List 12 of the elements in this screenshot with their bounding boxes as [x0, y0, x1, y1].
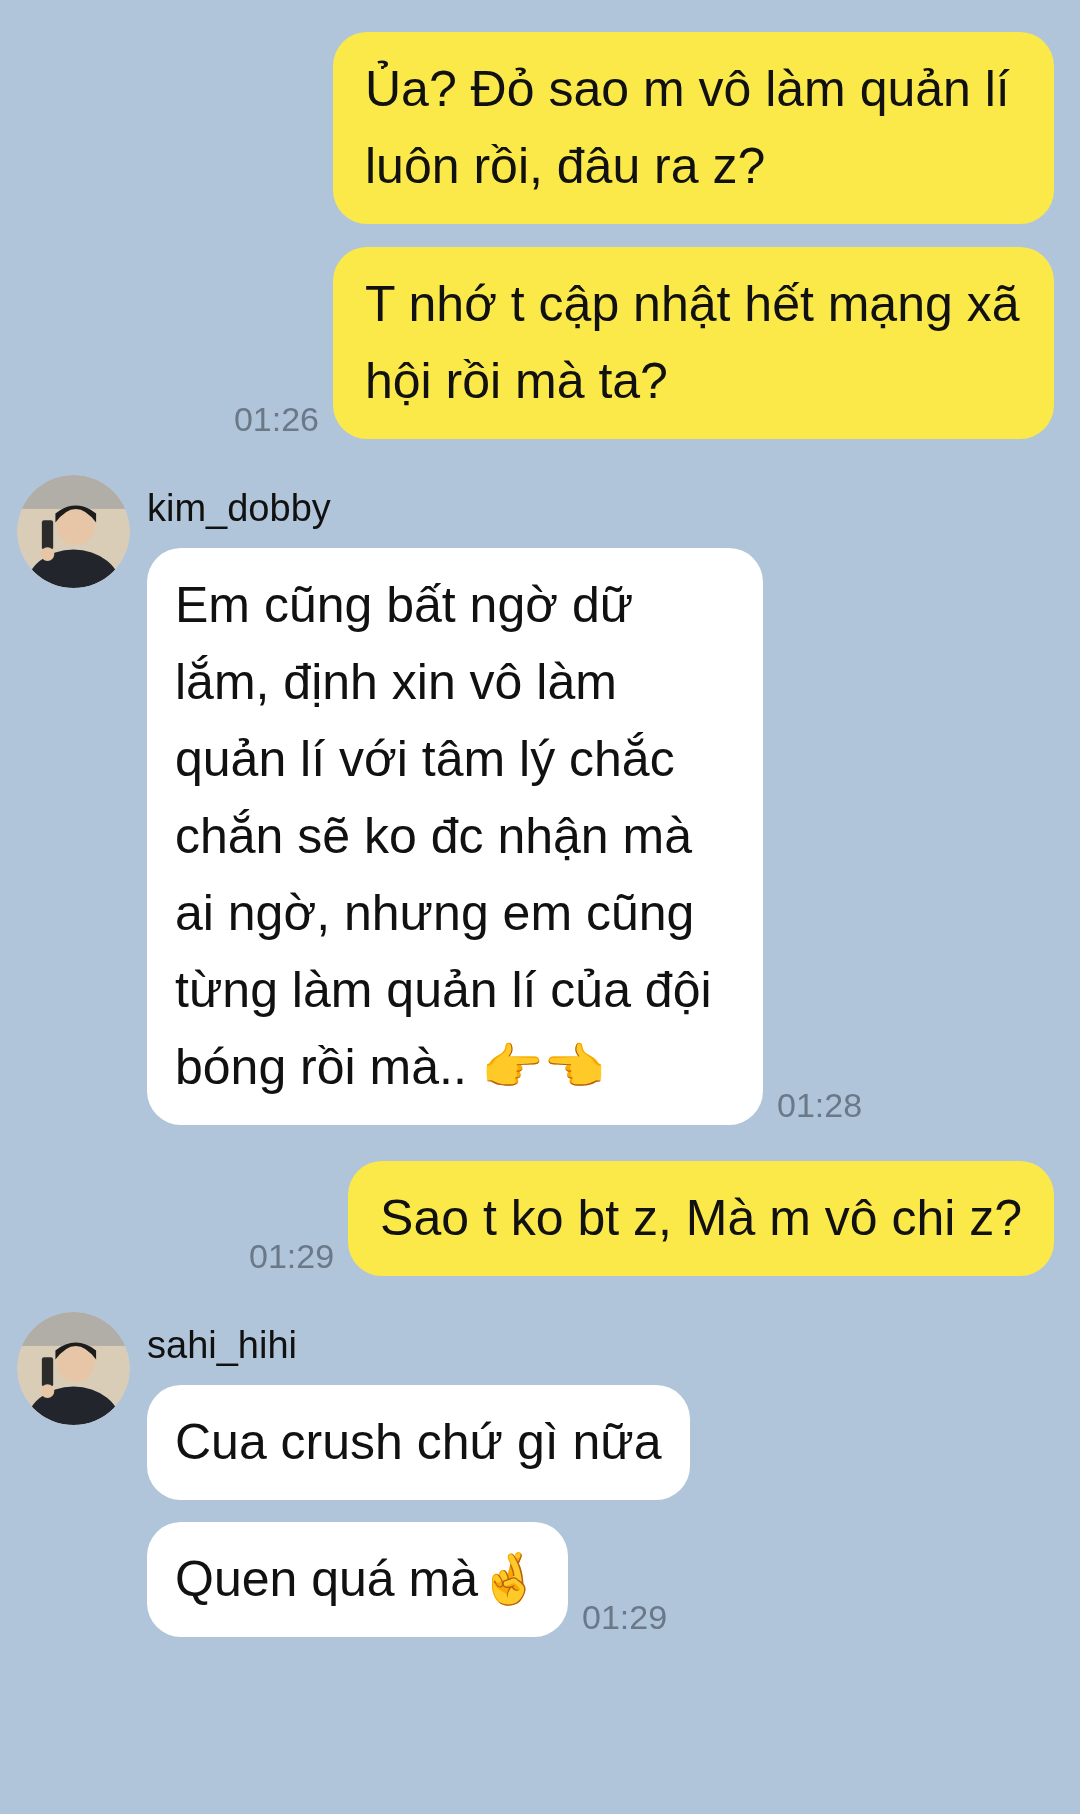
- sender-name: kim_dobby: [147, 486, 331, 531]
- message-bubble: T nhớ t cập nhật hết mạng xã hội rồi mà ta?: [333, 247, 1054, 439]
- message-bubble: Em cũng bất ngờ dữ lắm, định xin vô làm quản lí với tâm lý chắc chắn sẽ ko đc nhận mà ai ngờ, nhưng em cũng từng làm quản lí của đội bóng rồi mà.. 👉👈: [147, 548, 763, 1125]
- message-bubble: Cua crush chứ gì nữa: [147, 1385, 690, 1500]
- message-bubble: Ủa? Đỏ sao m vô làm quản lí luôn rồi, đâu ra z?: [333, 32, 1054, 224]
- message-time: 01:28: [777, 1085, 863, 1125]
- message-time: 01:29: [582, 1597, 668, 1637]
- message-time: 01:26: [233, 399, 319, 439]
- message-bubble: Sao t ko bt z, Mà m vô chi z?: [348, 1161, 1054, 1276]
- sender-name: sahi_hihi: [147, 1323, 297, 1368]
- message-bubble: Quen quá mà🤞: [147, 1522, 568, 1637]
- message-time: 01:29: [249, 1236, 335, 1276]
